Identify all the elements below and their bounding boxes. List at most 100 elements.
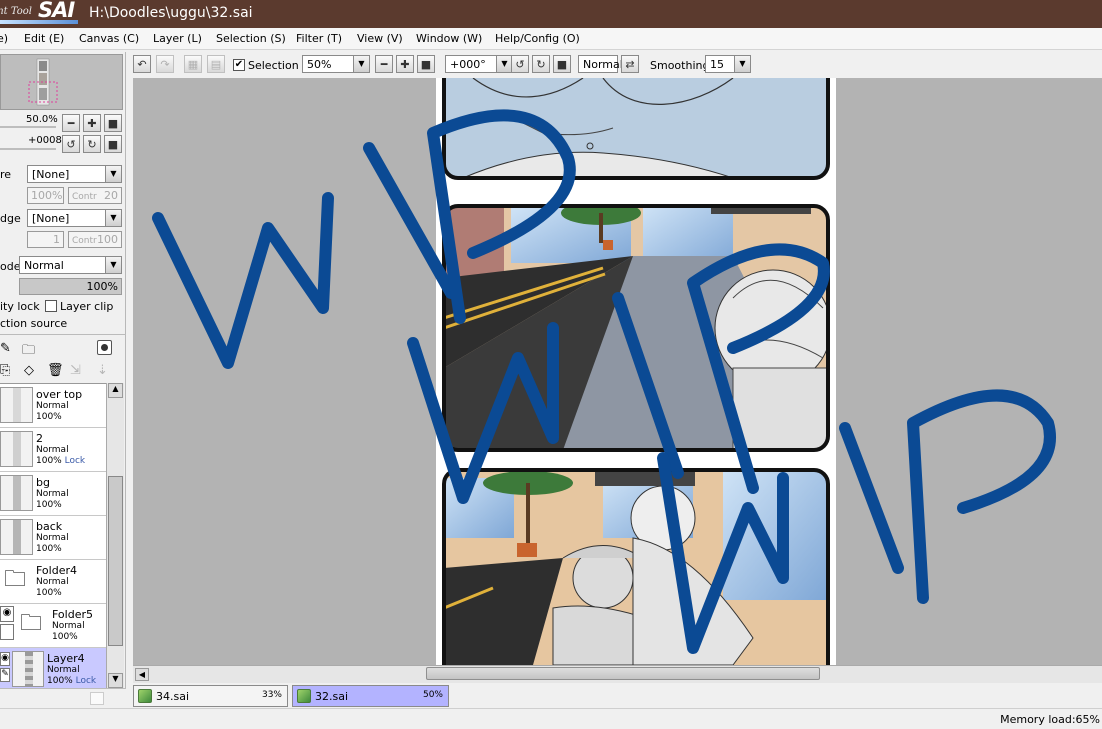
layer-list: over top Normal 100% 2 Normal 100% Lock … [0, 383, 106, 692]
plus-icon[interactable]: ✚ [83, 114, 101, 132]
new-layer-icon[interactable]: ✎ [0, 341, 11, 356]
menu-layer[interactable]: Layer (L) [153, 32, 202, 45]
layer-opacity: 100% [36, 412, 62, 422]
layer-clip-checkbox[interactable] [45, 300, 57, 312]
title-bar: int Tool SAI H:\Doodles\uggu\32.sai [0, 0, 1102, 28]
opacity-lock-label: ity lock [0, 300, 40, 313]
blend-mode-select[interactable]: Normal [578, 55, 623, 73]
rotation-value: +000° [450, 58, 486, 71]
edge-select[interactable]: [None] ▼ [27, 209, 122, 227]
layer-row[interactable]: over top Normal 100% [0, 384, 106, 428]
file-tab-active[interactable]: 32.sai 50% [292, 685, 449, 707]
zoom-out-icon[interactable]: ━ [375, 55, 393, 73]
menu-view[interactable]: View (V) [357, 32, 403, 45]
chevron-down-icon: ▼ [105, 166, 121, 182]
file-tab-name: 34.sai [156, 690, 190, 703]
selection-checkbox[interactable]: ✔ [233, 59, 245, 71]
pencil-icon[interactable]: ✎ [0, 668, 10, 682]
scroll-left-icon[interactable]: ◀ [135, 668, 149, 681]
square-icon[interactable]: ■ [104, 114, 122, 132]
rotate-ccw-icon[interactable]: ↺ [511, 55, 529, 73]
rotate-cw-icon[interactable]: ↻ [83, 135, 101, 153]
smoothing-select[interactable]: 15 ▼ [705, 55, 751, 73]
canvas-area[interactable] [133, 78, 1102, 665]
sai-file-icon [138, 689, 152, 703]
menu-help-config[interactable]: Help/Config (O) [495, 32, 580, 45]
layer-mode: Normal [36, 577, 69, 587]
layer-mode: Normal [36, 533, 69, 543]
logo-subtitle: int Tool [0, 6, 32, 17]
layer-row[interactable]: bg Normal 100% [0, 472, 106, 516]
menu-selection[interactable]: Selection (S) [216, 32, 286, 45]
blend-mode-select[interactable]: Normal ▼ [19, 256, 122, 274]
layer-thumbnail [12, 651, 44, 687]
rotate-cw-icon[interactable]: ↻ [532, 55, 550, 73]
menu-file[interactable]: e) [0, 32, 8, 45]
layer-mode: Normal [36, 401, 69, 411]
transfer-down-icon[interactable]: ⇲ [70, 363, 81, 378]
edge-contrast[interactable]: Contr 100 [68, 231, 122, 248]
layer-scrollbar[interactable]: ▲ ▼ [106, 383, 124, 688]
layer-row-selected[interactable]: ◉ ✎ Layer4 Normal 100% Lock [0, 648, 106, 692]
merge-down-icon[interactable]: ⇣ [97, 363, 108, 378]
texture-contrast[interactable]: Contr 20 [68, 187, 122, 204]
layer-row[interactable]: 2 Normal 100% Lock [0, 428, 106, 472]
layer-thumbnail [0, 431, 33, 467]
flip-icon[interactable]: ⇄ [621, 55, 639, 73]
file-tab-zoom: 33% [261, 690, 282, 700]
file-tab-name: 32.sai [315, 690, 349, 703]
layer-panel-footer [0, 688, 126, 708]
file-tab[interactable]: 34.sai 33% [133, 685, 288, 707]
scroll-up-icon[interactable]: ▲ [108, 383, 123, 398]
lock-toggle[interactable] [0, 624, 14, 640]
app-logo: int Tool SAI [0, 0, 80, 28]
deselect-icon[interactable]: ▦ [184, 55, 202, 73]
menu-edit[interactable]: Edit (E) [24, 32, 64, 45]
panel-resize-grip[interactable] [90, 692, 104, 705]
layer-row[interactable]: ◉ 🗀 Folder5 Normal 100% [0, 604, 106, 648]
zoom-reset-icon[interactable]: ■ [417, 55, 435, 73]
edge-width[interactable]: 1 [27, 231, 64, 248]
menu-window[interactable]: Window (W) [416, 32, 482, 45]
square-icon[interactable]: ■ [104, 135, 122, 153]
clear-layer-icon[interactable]: ◇ [24, 363, 34, 378]
rotation-reset-icon[interactable]: ■ [553, 55, 571, 73]
scroll-down-icon[interactable]: ▼ [108, 673, 123, 688]
layer-name: 2 [36, 432, 43, 445]
mask-icon[interactable] [97, 340, 112, 355]
texture-scale[interactable]: 100% [27, 187, 64, 204]
canvas-hscroll-thumb[interactable] [426, 667, 820, 680]
navigator-preview[interactable] [0, 54, 123, 110]
chevron-down-icon: ▼ [496, 56, 512, 72]
redo-icon[interactable]: ↷ [156, 55, 174, 73]
opacity-slider[interactable]: 100% [19, 278, 122, 295]
layer-opacity: 100% [36, 500, 62, 510]
folder-icon: 🗀 [4, 567, 27, 592]
zoom-select[interactable]: 50% ▼ [302, 55, 370, 73]
texture-select[interactable]: [None] ▼ [27, 165, 122, 183]
chevron-down-icon: ▼ [734, 56, 750, 72]
rotation-select[interactable]: +000° ▼ [445, 55, 513, 73]
invert-selection-icon[interactable]: ▤ [207, 55, 225, 73]
scroll-thumb[interactable] [108, 476, 123, 646]
layer-lock-label: Lock [64, 456, 86, 466]
rotate-ccw-icon[interactable]: ↺ [62, 135, 80, 153]
zoom-in-icon[interactable]: ✚ [396, 55, 414, 73]
selection-label: Selection [248, 59, 299, 72]
delete-layer-icon[interactable]: 🗑 [47, 363, 64, 378]
eye-icon[interactable]: ◉ [0, 652, 10, 666]
layer-opacity: 100% [52, 632, 78, 642]
menu-canvas[interactable]: Canvas (C) [79, 32, 139, 45]
new-folder-icon[interactable]: 🗀 [22, 341, 35, 363]
merge-icon[interactable]: ⎘ [0, 363, 10, 378]
layer-row[interactable]: 🗀 Folder4 Normal 100% [0, 560, 106, 604]
menu-filter[interactable]: Filter (T) [296, 32, 342, 45]
layer-opacity: 100% Lock [36, 456, 86, 466]
canvas-artwork [152, 78, 1056, 665]
eye-icon[interactable]: ◉ [0, 606, 14, 622]
layer-row[interactable]: back Normal 100% [0, 516, 106, 560]
mode-label: ode [0, 260, 21, 273]
minus-icon[interactable]: ━ [62, 114, 80, 132]
texture-label: re [0, 168, 12, 181]
undo-icon[interactable]: ↶ [133, 55, 151, 73]
